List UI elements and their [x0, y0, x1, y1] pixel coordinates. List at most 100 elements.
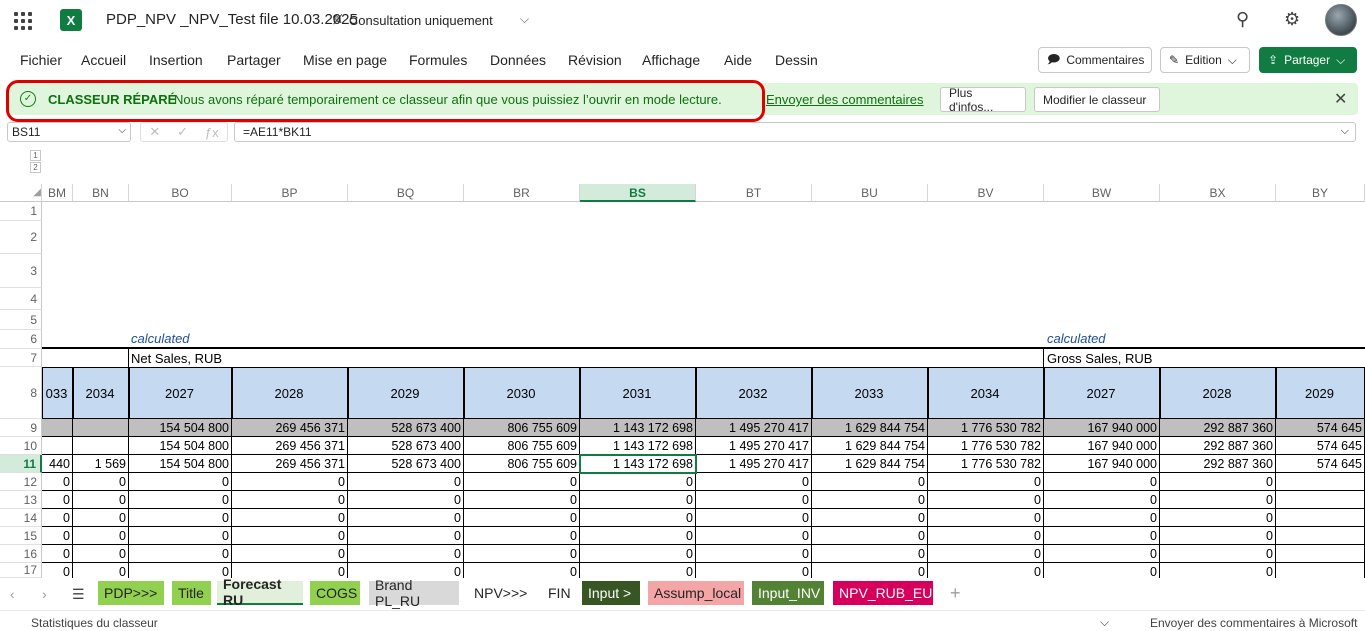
sheet-tab[interactable]: Input_INV: [752, 581, 824, 605]
tab-revision[interactable]: Révision: [568, 52, 622, 68]
row10-cell[interactable]: 154 504 800: [129, 437, 232, 455]
cancel-icon[interactable]: ✕: [149, 124, 160, 140]
zero-row-cell[interactable]: 0: [928, 473, 1044, 491]
row9-cell[interactable]: 269 456 371: [232, 419, 348, 437]
zero-row-cell[interactable]: 0: [928, 491, 1044, 509]
row-header-11[interactable]: 11: [0, 455, 42, 473]
formula-input[interactable]: =AE11*BK11 ⌵: [234, 122, 1356, 142]
sheet-tab[interactable]: Assump_local: [648, 581, 744, 605]
zero-row-cell[interactable]: 0: [348, 473, 464, 491]
zero-row-cell[interactable]: 0: [812, 509, 928, 527]
zero-row-cell[interactable]: 0: [812, 527, 928, 545]
year-header-cell[interactable]: 2033: [812, 367, 928, 419]
zero-row-cell[interactable]: 0: [1044, 563, 1160, 578]
document-title[interactable]: PDP_NPV _NPV_Test file 10.03.2025: [106, 11, 358, 28]
year-header-cell[interactable]: 2032: [696, 367, 812, 419]
row-header-3[interactable]: 3: [0, 254, 42, 288]
row9-cell[interactable]: 806 755 609: [464, 419, 580, 437]
send-feedback-microsoft-link[interactable]: Envoyer des commentaires à Microsoft: [1150, 616, 1357, 630]
row-header-13[interactable]: 13: [0, 491, 42, 509]
zero-row-cell[interactable]: 0: [464, 527, 580, 545]
row10-cell[interactable]: 1 776 530 782: [928, 437, 1044, 455]
column-header-bt[interactable]: BT: [696, 184, 812, 202]
row-header-10[interactable]: 10: [0, 437, 42, 455]
share-button[interactable]: ⇪ Partager ⌵: [1259, 47, 1357, 73]
avatar[interactable]: [1325, 4, 1357, 36]
zero-row-cell[interactable]: 0: [580, 491, 696, 509]
zero-row-cell[interactable]: 0: [348, 563, 464, 578]
row10-cell[interactable]: 574 645: [1276, 437, 1365, 455]
year-header-cell[interactable]: 2029: [1276, 367, 1365, 419]
zero-row-cell[interactable]: 0: [1044, 473, 1160, 491]
row-header-5[interactable]: 5: [0, 310, 42, 330]
tab-dessin[interactable]: Dessin: [775, 52, 818, 68]
row11-cell[interactable]: 1 569: [73, 455, 129, 473]
row-header-4[interactable]: 4: [0, 288, 42, 310]
sheet-tab[interactable]: NPV_RUB_EUR: [833, 581, 942, 605]
zero-row-cell[interactable]: 0: [1044, 509, 1160, 527]
zero-row-cell[interactable]: 0: [812, 563, 928, 578]
column-header-bx[interactable]: BX: [1160, 184, 1276, 202]
zero-row-cell[interactable]: [1276, 473, 1365, 491]
zero-row-cell[interactable]: 0: [464, 509, 580, 527]
tab-donnees[interactable]: Données: [490, 52, 546, 68]
zero-row-cell[interactable]: 0: [696, 473, 812, 491]
zero-row-cell[interactable]: 0: [812, 473, 928, 491]
zero-row-cell[interactable]: [1276, 545, 1365, 563]
row11-cell[interactable]: 528 673 400: [348, 455, 464, 473]
zero-row-cell[interactable]: 0: [232, 473, 348, 491]
column-header-bn[interactable]: BN: [73, 184, 129, 202]
row11-cell[interactable]: 154 504 800: [129, 455, 232, 473]
column-header-bs[interactable]: BS: [580, 184, 696, 202]
zero-row-cell[interactable]: [1276, 563, 1365, 578]
zero-row-cell[interactable]: 0: [580, 527, 696, 545]
tab-mise-en-page[interactable]: Mise en page: [303, 52, 387, 68]
sheet-tab[interactable]: Input >: [582, 581, 640, 605]
sheet-tab[interactable]: Forecast RU: [217, 576, 303, 608]
row10-cell[interactable]: 292 887 360: [1160, 437, 1276, 455]
row11-cell[interactable]: 806 755 609: [464, 455, 580, 473]
zero-row-cell[interactable]: 0: [42, 509, 73, 527]
year-header-cell[interactable]: 2027: [129, 367, 232, 419]
zero-row-cell[interactable]: 0: [928, 527, 1044, 545]
zero-row-cell[interactable]: 0: [73, 527, 129, 545]
zero-row-cell[interactable]: 0: [1044, 545, 1160, 563]
zero-row-cell[interactable]: 0: [348, 491, 464, 509]
zero-row-cell[interactable]: 0: [696, 545, 812, 563]
zero-row-cell[interactable]: 0: [348, 545, 464, 563]
comments-button[interactable]: 🗩 Commentaires: [1038, 47, 1152, 73]
zero-row-cell[interactable]: 0: [73, 509, 129, 527]
year-header-cell[interactable]: 2030: [464, 367, 580, 419]
tab-affichage[interactable]: Affichage: [642, 52, 700, 68]
zero-row-cell[interactable]: 0: [1160, 563, 1276, 578]
zero-row-cell[interactable]: 0: [464, 491, 580, 509]
row10-cell[interactable]: 167 940 000: [1044, 437, 1160, 455]
select-all-corner[interactable]: ◢: [0, 184, 42, 202]
row10-cell[interactable]: 806 755 609: [464, 437, 580, 455]
tab-formules[interactable]: Formules: [409, 52, 467, 68]
zero-row-cell[interactable]: 0: [42, 545, 73, 563]
row-header-14[interactable]: 14: [0, 509, 42, 527]
zero-row-cell[interactable]: 0: [580, 509, 696, 527]
year-header-cell[interactable]: 2034: [73, 367, 129, 419]
zero-row-cell[interactable]: 0: [696, 509, 812, 527]
year-header-cell[interactable]: 2034: [928, 367, 1044, 419]
zero-row-cell[interactable]: 0: [812, 491, 928, 509]
zero-row-cell[interactable]: 0: [129, 527, 232, 545]
edition-mode-button[interactable]: ✎ Edition ⌵: [1160, 47, 1250, 73]
zero-row-cell[interactable]: 0: [1160, 527, 1276, 545]
outline-level-2-button[interactable]: 2: [30, 162, 41, 173]
zero-row-cell[interactable]: 0: [42, 473, 73, 491]
tab-partager[interactable]: Partager: [227, 52, 281, 68]
column-header-bv[interactable]: BV: [928, 184, 1044, 202]
row-header-12[interactable]: 12: [0, 473, 42, 491]
year-header-cell[interactable]: 2031: [580, 367, 696, 419]
row9-cell[interactable]: 154 504 800: [129, 419, 232, 437]
zero-row-cell[interactable]: 0: [812, 545, 928, 563]
zero-row-cell[interactable]: 0: [1160, 545, 1276, 563]
zero-row-cell[interactable]: 0: [73, 545, 129, 563]
row11-cell[interactable]: 1 776 530 782: [928, 455, 1044, 473]
zero-row-cell[interactable]: 0: [232, 527, 348, 545]
zero-row-cell[interactable]: 0: [129, 509, 232, 527]
row9-cell[interactable]: 1 143 172 698: [580, 419, 696, 437]
